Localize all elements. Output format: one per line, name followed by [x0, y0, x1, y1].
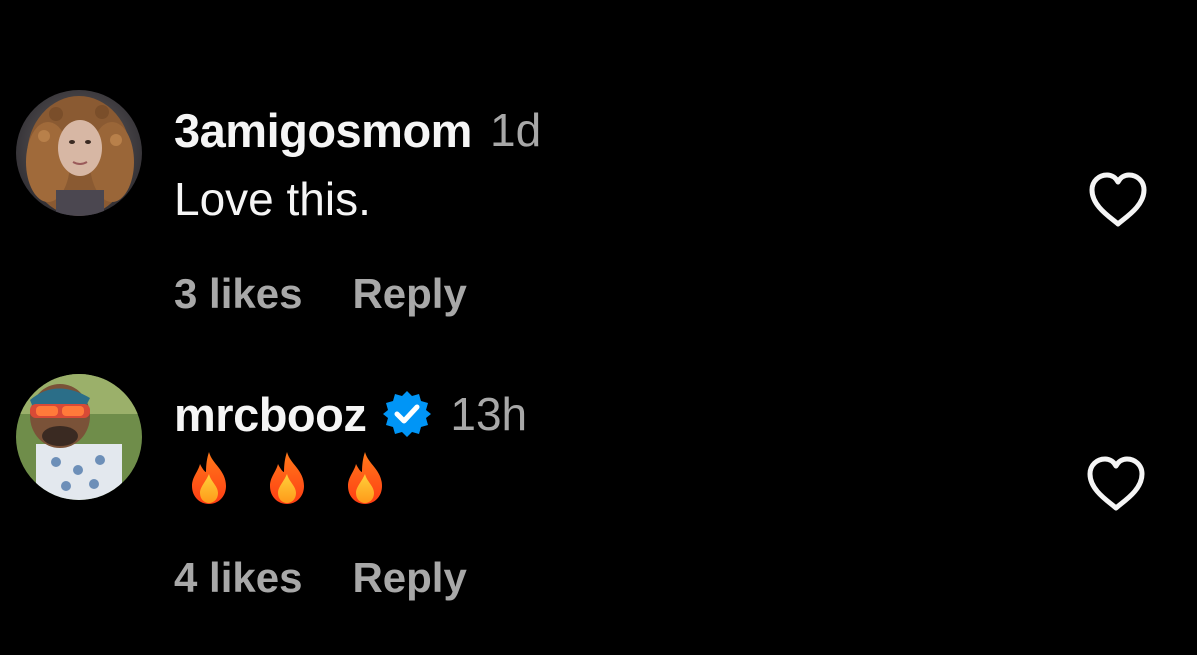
like-button[interactable] [1086, 170, 1150, 230]
fire-emoji-icon [264, 450, 310, 506]
heart-outline-icon [1087, 456, 1145, 511]
avatar[interactable] [16, 90, 142, 216]
username[interactable]: 3amigosmom [174, 103, 472, 158]
username[interactable]: mrcbooz [174, 387, 367, 442]
reply-button[interactable]: Reply [352, 270, 466, 318]
like-button[interactable] [1084, 454, 1148, 514]
avatar[interactable] [16, 374, 142, 500]
likes-count[interactable]: 3 likes [174, 270, 302, 318]
timestamp: 1d [489, 104, 542, 156]
verified-badge-icon [382, 389, 432, 439]
fire-emoji-icon [186, 450, 232, 506]
reply-button[interactable]: Reply [352, 554, 466, 602]
comment-text: Love this. [174, 173, 371, 225]
timestamp: 13h [450, 388, 528, 440]
comment-header: 3amigosmom 1d [174, 102, 541, 158]
likes-count[interactable]: 4 likes [174, 554, 302, 602]
comment-actions: 3 likes Reply [174, 270, 467, 318]
comment-actions: 4 likes Reply [174, 554, 467, 602]
heart-outline-icon [1089, 172, 1147, 227]
fire-emoji-icon [342, 450, 388, 506]
comment-header: mrcbooz 13h [174, 386, 527, 442]
comment-text [186, 450, 388, 506]
